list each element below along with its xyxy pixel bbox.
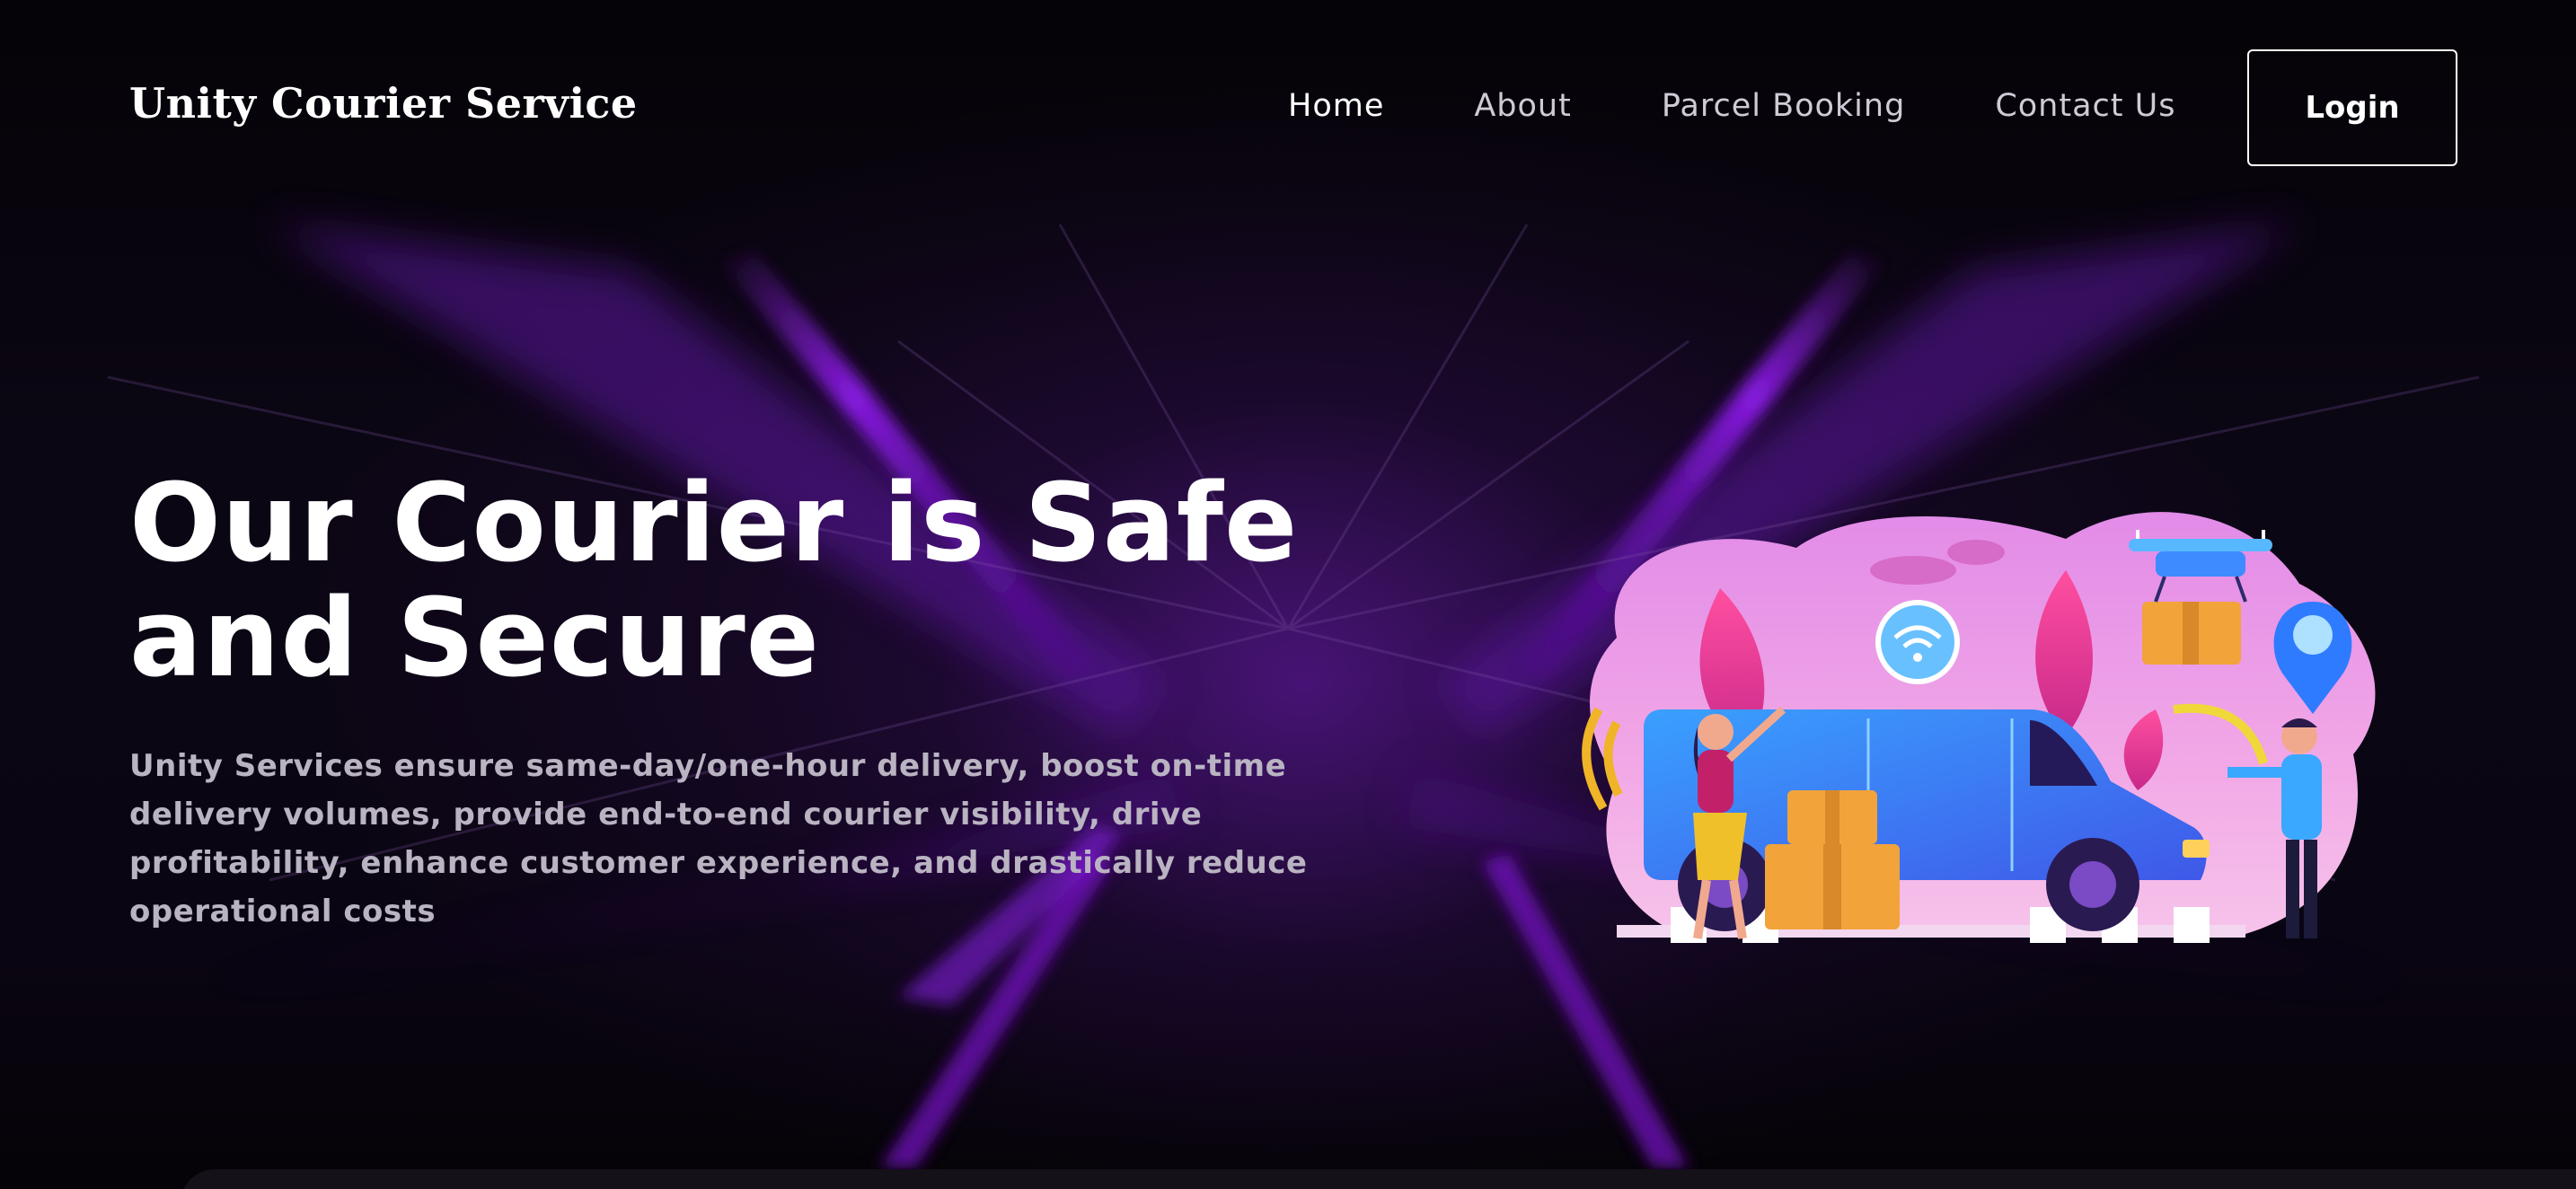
bottom-section-edge: [180, 1169, 2576, 1189]
nav-parcel-booking[interactable]: Parcel Booking: [1662, 88, 1905, 124]
nav-contact-us[interactable]: Contact Us: [1995, 88, 2175, 124]
hero-description: Unity Services ensure same-day/one-hour …: [129, 748, 1308, 929]
main-nav: Home About Parcel Booking Contact Us: [1288, 88, 2175, 124]
courier-van-illustration: [1582, 512, 2376, 943]
brand-logo-text[interactable]: Unity Courier Service: [129, 79, 638, 128]
nav-home[interactable]: Home: [1288, 88, 1384, 124]
nav-about[interactable]: About: [1474, 88, 1571, 124]
hero-title: Our Courier is Safe and Secure: [129, 462, 1299, 701]
wifi-icon: [1875, 600, 1960, 684]
login-button[interactable]: Login: [2247, 49, 2457, 166]
landing-page: Unity Courier Service Home About Parcel …: [0, 0, 2576, 1189]
